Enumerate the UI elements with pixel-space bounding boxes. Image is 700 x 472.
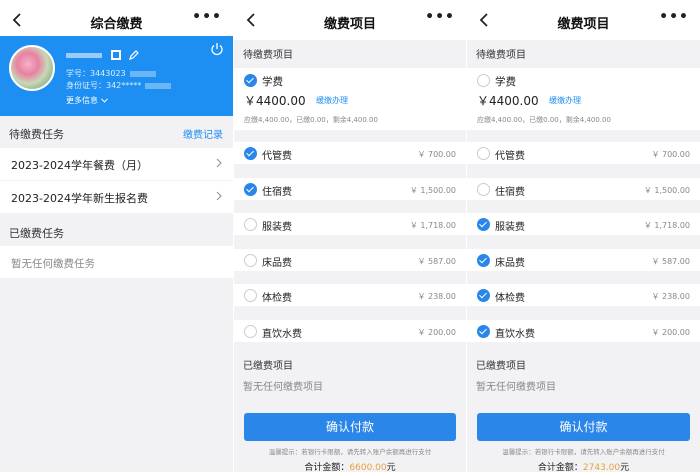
more-menu-button[interactable]: ••• — [192, 10, 222, 24]
panel-comprehensive-payment: 综合缴费 ••• 学号：3443023 身份证号：342***** 更多信息 待… — [0, 0, 233, 472]
fee-item[interactable]: 体检费 ￥ 238.00 — [467, 284, 700, 306]
fee-item-price: ￥ 200.00 — [417, 327, 456, 337]
payment-hint: 温馨提示：若银行卡限额，请先转入账户余额再进行支付 — [268, 448, 432, 456]
fee-item-price: ￥ 200.00 — [651, 327, 690, 337]
chevron-right-icon — [216, 191, 222, 201]
fee-item[interactable]: 住宿费 ￥ 1,500.00 — [234, 177, 466, 200]
fee-item-name: 体检费 — [495, 293, 525, 304]
checkbox[interactable] — [244, 218, 257, 231]
name-masked — [66, 52, 102, 58]
student-number: 学号：3443023 — [66, 68, 156, 79]
fee-item-tuition[interactable]: 学费 ￥4400.00 缓缴办理 应缴4,400.00，已缴0.00，剩余4,4… — [234, 68, 466, 130]
fee-item-name: 服装费 — [262, 222, 292, 233]
checkbox[interactable] — [244, 324, 257, 338]
paid-items-header: 已缴费项目 — [476, 361, 526, 372]
panel-fee-items-a: 缴费项目 ••• 待缴费项目 学费 ￥4400.00 缓缴办理 应缴4,400.… — [234, 0, 466, 472]
checkbox[interactable] — [477, 74, 490, 87]
paid-items-header: 已缴费项目 — [243, 361, 293, 372]
nav-bar: 缴费项目 ••• — [234, 0, 466, 40]
nav-bar: 综合缴费 ••• — [0, 0, 233, 40]
fee-item-price: ￥ 587.00 — [651, 256, 690, 266]
pending-tasks-header: 待缴费任务 缴费记录 — [9, 126, 223, 141]
paid-tasks-empty: 暂无任何缴费任务 — [0, 246, 233, 278]
more-menu-button[interactable]: ••• — [659, 10, 689, 24]
payment-hint: 温馨提示：若银行卡限额，请先转入账户余额再进行支付 — [502, 448, 665, 456]
profile-name-row — [66, 48, 139, 61]
deferred-payment-link[interactable]: 缓缴办理 — [316, 95, 348, 106]
fee-item-price: ￥ 1,500.00 — [643, 185, 690, 195]
pending-items-header: 待缴费项目 — [243, 50, 293, 61]
more-info-link[interactable]: 更多信息 — [66, 95, 108, 106]
fee-item[interactable]: 直饮水费 ￥ 200.00 — [467, 319, 700, 342]
checkbox[interactable] — [477, 253, 490, 267]
paid-tasks-header: 已缴费任务 — [9, 227, 64, 240]
task-item[interactable]: 2023-2024学年新生报名费 — [0, 181, 233, 213]
fee-item-price: ￥ 700.00 — [651, 150, 690, 159]
fee-item-name: 服装费 — [495, 222, 525, 233]
more-menu-button[interactable]: ••• — [425, 10, 455, 24]
paid-items-empty: 暂无任何缴费项目 — [243, 382, 323, 393]
nav-bar: 缴费项目 ••• — [467, 0, 700, 40]
fee-item[interactable]: 住宿费 ￥ 1,500.00 — [467, 177, 700, 200]
panel-fee-items-b: 缴费项目 ••• 待缴费项目 学费 ￥4400.00 缓缴办理 应缴4,400.… — [467, 0, 700, 472]
fee-item[interactable]: 代管费 ￥ 700.00 — [467, 142, 700, 164]
checkbox[interactable] — [244, 147, 257, 160]
checkbox[interactable] — [244, 289, 257, 302]
fee-item-price: ￥ 1,718.00 — [643, 221, 690, 230]
task-item[interactable]: 2023-2024学年餐费（月） — [0, 148, 233, 180]
fee-item-name: 代管费 — [262, 151, 292, 162]
fee-item-price: ￥ 238.00 — [417, 292, 456, 301]
confirm-payment-button[interactable]: 确认付款 — [244, 413, 456, 441]
paid-items-empty: 暂无任何缴费项目 — [476, 382, 556, 393]
fee-item[interactable]: 直饮水费 ￥ 200.00 — [234, 319, 466, 342]
fee-item-name: 体检费 — [262, 293, 292, 304]
fee-item-name: 床品费 — [495, 257, 525, 269]
edit-pen-icon[interactable] — [129, 50, 139, 60]
fee-item-price: ￥ 587.00 — [417, 256, 456, 266]
fee-item-name: 直饮水费 — [495, 328, 535, 340]
total-amount: 合计金额：2743.00元 — [537, 463, 630, 472]
fee-item-name: 直饮水费 — [262, 328, 302, 340]
fee-item[interactable]: 服装费 ￥ 1,718.00 — [234, 213, 466, 235]
fee-item-price: ￥ 238.00 — [651, 292, 690, 301]
checkbox[interactable] — [244, 253, 257, 267]
payment-record-link[interactable]: 缴费记录 — [183, 126, 223, 141]
fee-item-price: ￥ 1,500.00 — [409, 185, 456, 195]
qr-code-icon[interactable] — [110, 50, 121, 60]
profile-card: 学号：3443023 身份证号：342***** 更多信息 — [0, 36, 233, 116]
fee-item[interactable]: 床品费 ￥ 587.00 — [234, 248, 466, 271]
fee-item-price: ￥ 700.00 — [417, 150, 456, 159]
total-amount: 合计金额：6600.00元 — [304, 463, 396, 472]
checkbox[interactable] — [477, 289, 490, 302]
fee-item[interactable]: 服装费 ￥ 1,718.00 — [467, 213, 700, 235]
fee-item-name: 住宿费 — [262, 186, 292, 198]
fee-item[interactable]: 床品费 ￥ 587.00 — [467, 248, 700, 271]
chevron-right-icon — [216, 158, 222, 168]
fee-item-tuition[interactable]: 学费 ￥4400.00 缓缴办理 应缴4,400.00，已缴0.00，剩余4,4… — [467, 68, 700, 130]
pending-items-header: 待缴费项目 — [476, 50, 526, 61]
chevron-down-icon — [100, 98, 108, 103]
checkbox[interactable] — [477, 218, 490, 231]
fee-item[interactable]: 代管费 ￥ 700.00 — [234, 142, 466, 164]
checkbox[interactable] — [244, 74, 257, 87]
avatar[interactable] — [9, 45, 55, 91]
checkbox[interactable] — [477, 147, 490, 160]
checkbox[interactable] — [477, 324, 490, 338]
power-icon[interactable] — [210, 42, 224, 56]
confirm-payment-button[interactable]: 确认付款 — [477, 413, 690, 441]
fee-item-name: 住宿费 — [495, 186, 525, 198]
checkbox[interactable] — [244, 182, 257, 196]
fee-item-price: ￥ 1,718.00 — [409, 221, 456, 230]
fee-item[interactable]: 体检费 ￥ 238.00 — [234, 284, 466, 306]
deferred-payment-link[interactable]: 缓缴办理 — [549, 95, 581, 106]
id-number: 身份证号：342***** — [66, 80, 172, 91]
fee-item-name: 代管费 — [495, 151, 525, 162]
checkbox[interactable] — [477, 182, 490, 196]
fee-item-name: 床品费 — [262, 257, 292, 269]
